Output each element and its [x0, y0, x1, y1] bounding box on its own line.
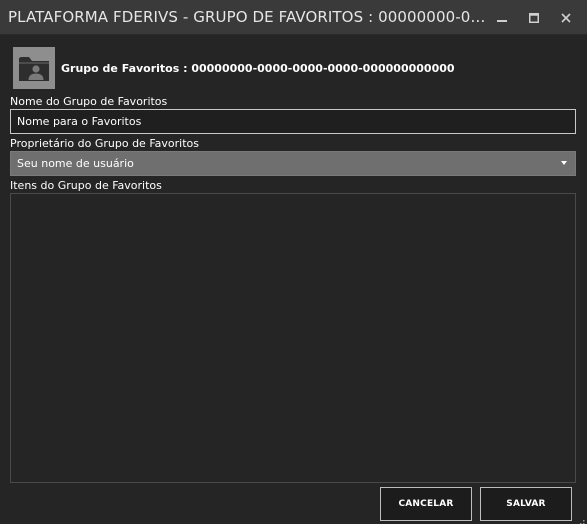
- maximize-icon: [529, 12, 539, 23]
- title-bar: PLATAFORMA FDERIVS - GRUPO DE FAVORITOS …: [0, 0, 587, 35]
- cancel-button[interactable]: CANCELAR: [380, 487, 472, 521]
- owner-select[interactable]: Seu nome de usuário: [10, 151, 576, 176]
- dialog-body: Grupo de Favoritos : 00000000-0000-0000-…: [0, 35, 587, 524]
- page-title: Grupo de Favoritos : 00000000-0000-0000-…: [61, 62, 455, 75]
- name-label: Nome do Grupo de Favoritos: [10, 95, 168, 108]
- resize-grip-icon[interactable]: [576, 513, 585, 524]
- folder-user-icon: [13, 47, 55, 89]
- minimize-button[interactable]: [487, 0, 517, 35]
- maximize-button[interactable]: [519, 0, 549, 35]
- chevron-down-icon: [561, 161, 567, 165]
- close-button[interactable]: [551, 0, 581, 35]
- owner-label: Proprietário do Grupo de Favoritos: [10, 137, 199, 150]
- save-button[interactable]: SALVAR: [480, 487, 572, 521]
- minimize-icon: [497, 13, 507, 23]
- name-field[interactable]: [10, 109, 576, 134]
- close-icon: [561, 12, 571, 23]
- items-label: Itens do Grupo de Favoritos: [10, 179, 162, 192]
- window-title: PLATAFORMA FDERIVS - GRUPO DE FAVORITOS …: [8, 8, 486, 26]
- favorites-items-list[interactable]: [10, 193, 576, 483]
- owner-select-value: Seu nome de usuário: [17, 157, 134, 170]
